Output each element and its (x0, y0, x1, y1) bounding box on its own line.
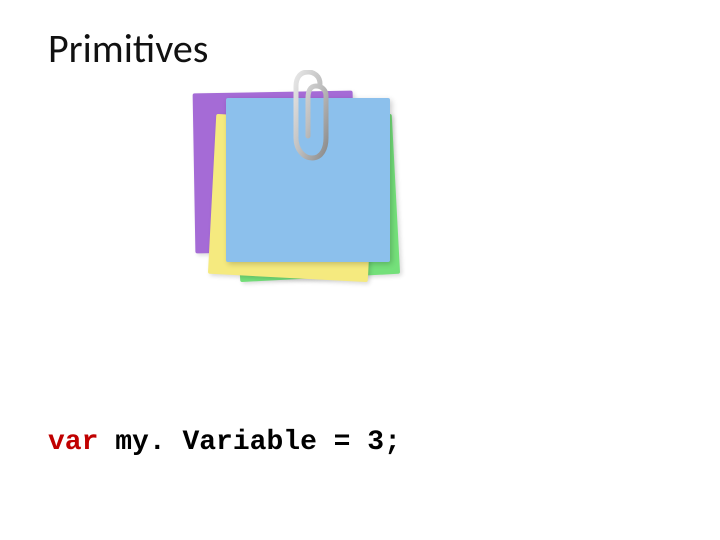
keyword-var: var (48, 427, 98, 458)
slide: Primitives var my. Variable = 3; var con… (0, 0, 720, 540)
sticky-notes-graphic (190, 88, 410, 308)
var-value-1: 3 (367, 427, 384, 458)
var-name-1: my. Variable (115, 427, 317, 458)
code-line-1: var my. Variable = 3; (48, 424, 586, 462)
page-title: Primitives (48, 24, 208, 73)
sticky-note-blue (226, 98, 390, 262)
code-block: var my. Variable = 3; var contents = “he… (48, 348, 586, 540)
